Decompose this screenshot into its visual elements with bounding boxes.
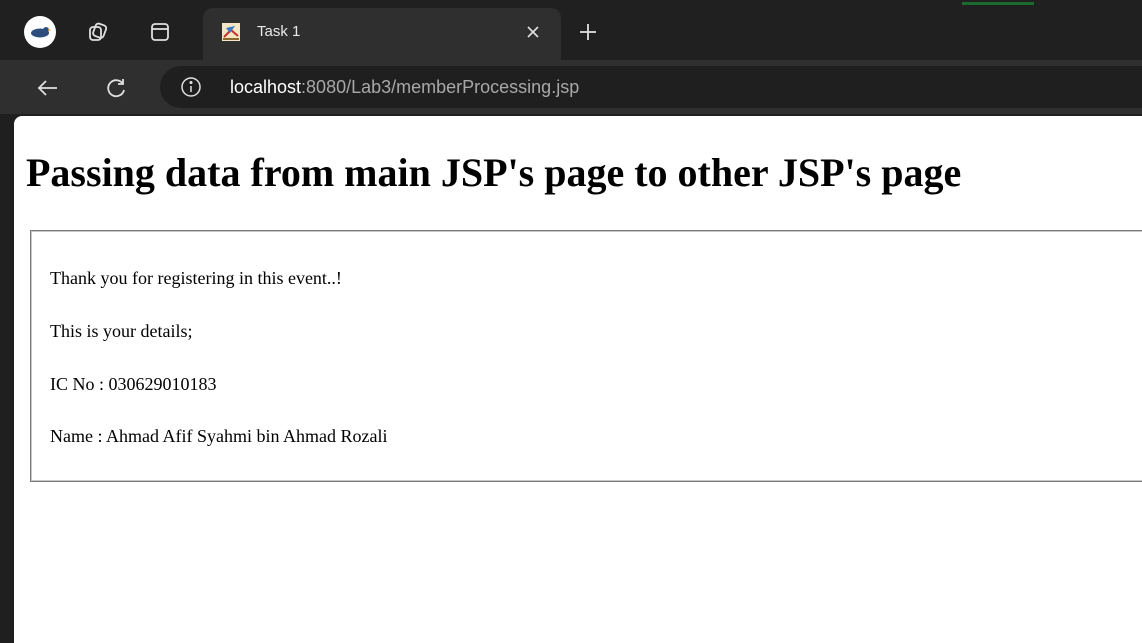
tab-task-1[interactable]: Task 1 — [203, 8, 561, 60]
reload-icon — [107, 79, 125, 98]
tab-actions-button[interactable] — [146, 18, 174, 46]
info-icon[interactable] — [180, 76, 202, 98]
browser-window: Task 1 localhost:8080/Lab3/memberProcess… — [0, 0, 1142, 643]
new-tab-button[interactable] — [574, 18, 602, 46]
details-box: Thank you for registering in this event.… — [30, 230, 1142, 482]
tab-strip: Task 1 — [0, 0, 1142, 60]
member-name: Name : Ahmad Afif Syahmi bin Ahmad Rozal… — [50, 426, 388, 446]
back-button[interactable] — [32, 72, 64, 104]
reload-button[interactable] — [100, 72, 132, 104]
address-bar[interactable]: localhost:8080/Lab3/memberProcessing.jsp — [160, 66, 1142, 108]
details-intro: This is your details; — [50, 321, 193, 341]
page-viewport: Passing data from main JSP's page to oth… — [14, 116, 1142, 643]
close-icon — [527, 26, 539, 38]
url-path: :8080/Lab3/memberProcessing.jsp — [301, 77, 580, 97]
close-tab-button[interactable] — [521, 20, 545, 44]
workspaces-icon — [89, 22, 108, 41]
browser-toolbar: localhost:8080/Lab3/memberProcessing.jsp — [0, 60, 1142, 114]
java-cup-favicon-icon — [222, 23, 240, 41]
window-accent-bar — [962, 2, 1034, 5]
thank-you-message: Thank you for registering in this event.… — [50, 268, 342, 288]
profile-button[interactable] — [24, 16, 56, 48]
url-text[interactable]: localhost:8080/Lab3/memberProcessing.jsp — [230, 77, 579, 98]
tab-actions-icon — [151, 23, 169, 41]
url-host: localhost — [230, 77, 302, 97]
profile-avatar-icon — [31, 27, 51, 38]
ic-number: IC No : 030629010183 — [50, 374, 217, 394]
tab-title: Task 1 — [257, 23, 301, 40]
workspaces-button[interactable] — [84, 18, 112, 46]
plus-icon — [580, 24, 596, 40]
page-title: Passing data from main JSP's page to oth… — [26, 150, 962, 195]
back-arrow-icon — [37, 80, 57, 96]
